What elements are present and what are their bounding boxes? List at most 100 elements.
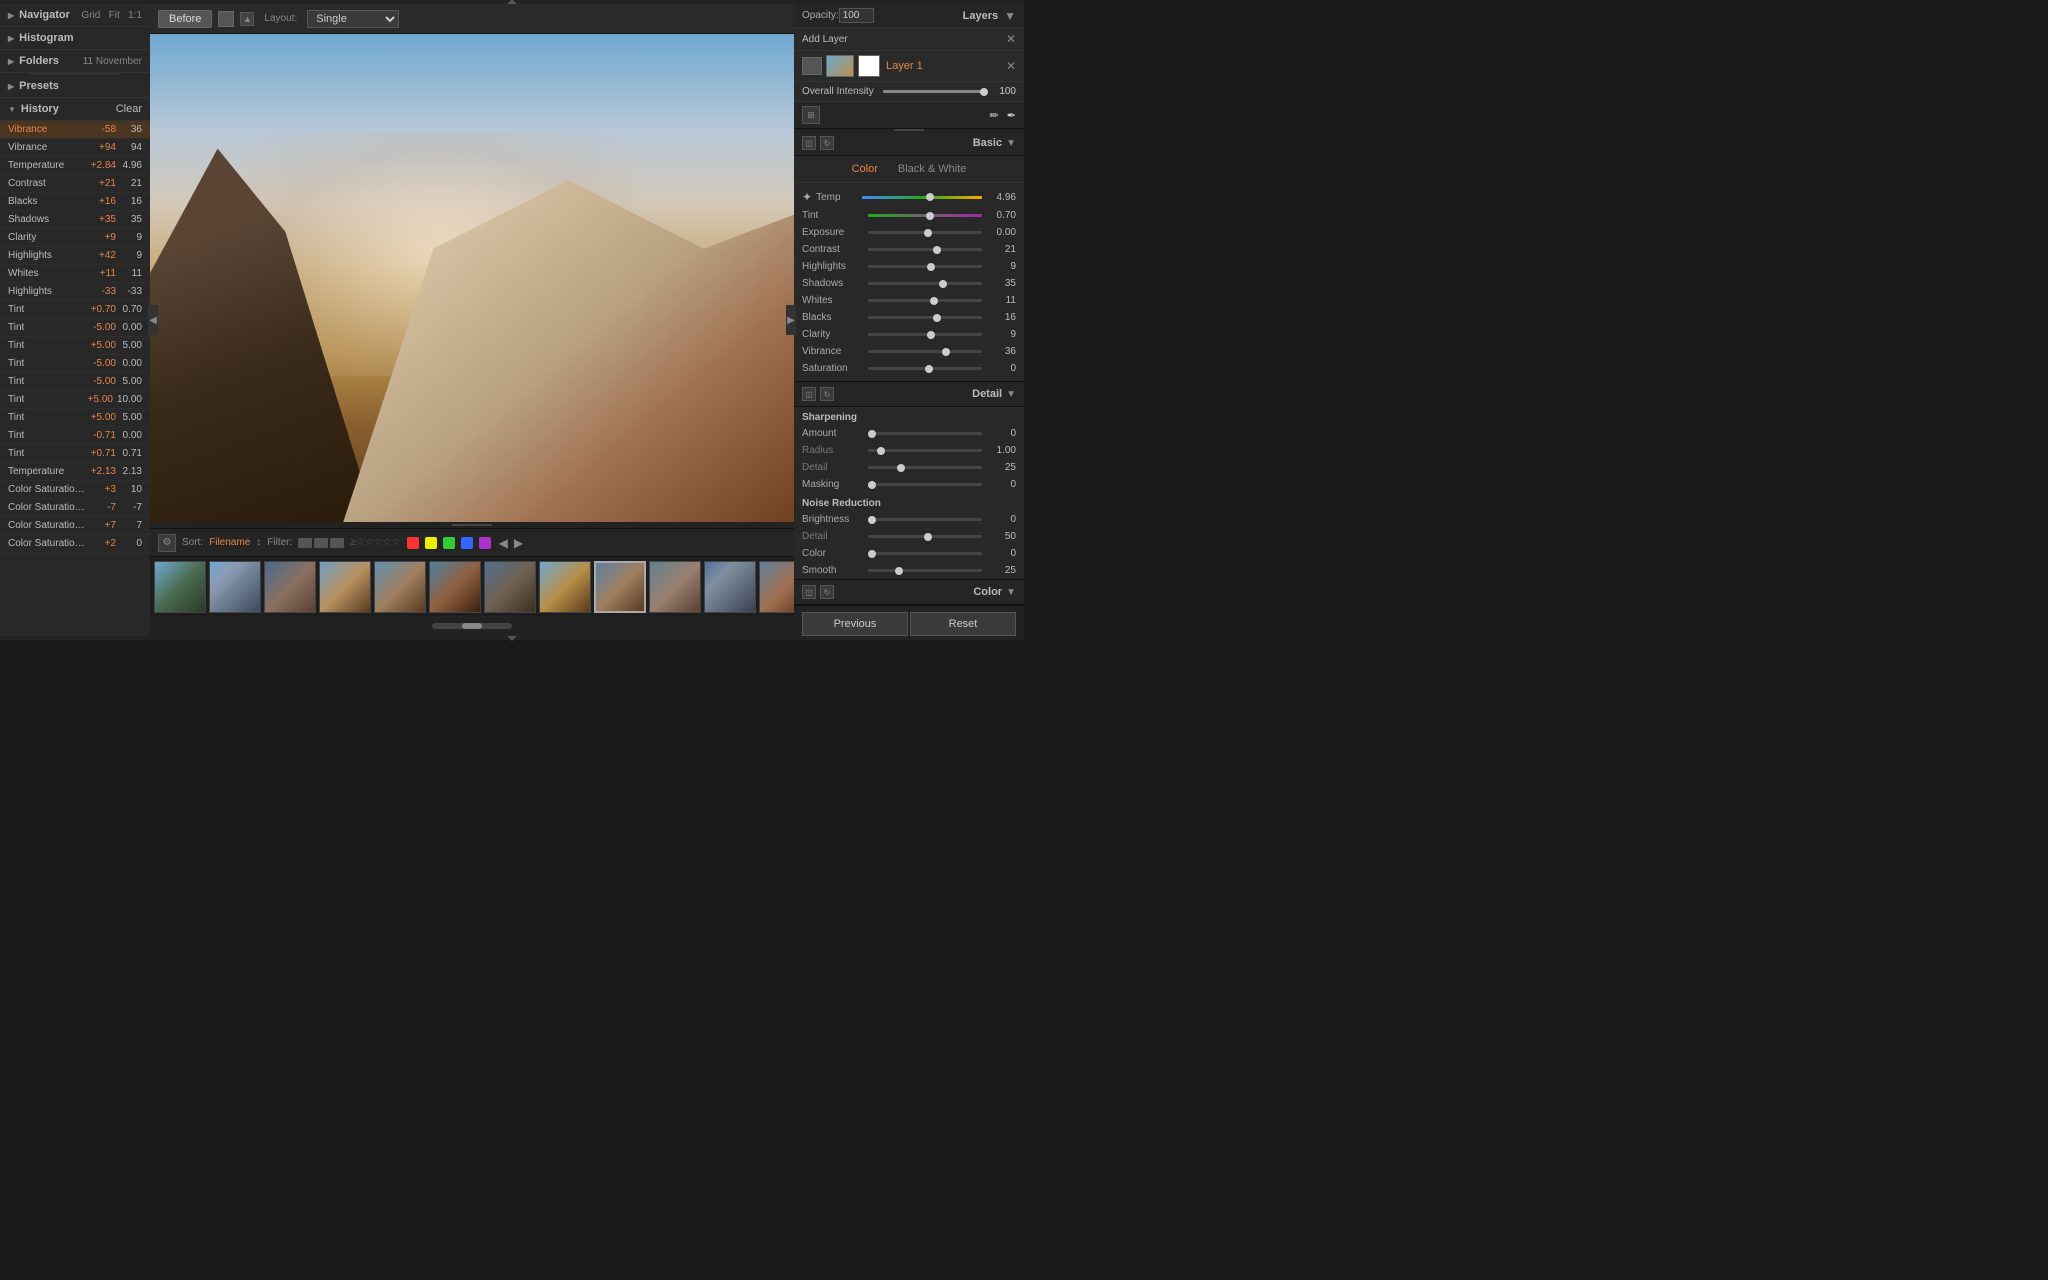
detail-section-header[interactable]: ◫ ↻ Detail ▼ xyxy=(794,381,1024,407)
history-item[interactable]: Vibrance-5836 xyxy=(0,121,150,139)
eyedropper-icon[interactable]: ✦ xyxy=(802,190,812,204)
filmstrip-thumbnail[interactable] xyxy=(704,561,756,613)
blacks-thumb[interactable] xyxy=(933,314,941,322)
saturation-slider[interactable] xyxy=(868,367,982,370)
smooth-slider[interactable] xyxy=(868,569,982,572)
filmstrip-scroll-thumb[interactable] xyxy=(462,623,482,629)
history-item[interactable]: Color Saturation Hig...-7-7 xyxy=(0,499,150,517)
color-slider[interactable] xyxy=(868,552,982,555)
whites-slider[interactable] xyxy=(868,299,982,302)
masking-slider[interactable] xyxy=(868,483,982,486)
radius-thumb[interactable] xyxy=(877,447,885,455)
folders-header[interactable]: ▶ Folders 11 November xyxy=(0,50,150,73)
noise-detail-thumb[interactable] xyxy=(924,533,932,541)
tint-thumb[interactable] xyxy=(926,212,934,220)
detail-icon-2[interactable]: ↻ xyxy=(820,387,834,401)
opacity-input[interactable]: 100 xyxy=(839,8,874,23)
overall-intensity-slider[interactable] xyxy=(883,90,988,93)
left-collapse-tab[interactable]: ◀ xyxy=(148,305,158,335)
layer-visibility-icon[interactable] xyxy=(802,57,822,75)
history-item[interactable]: Whites+1111 xyxy=(0,265,150,283)
basic-icon-1[interactable]: ◫ xyxy=(802,136,816,150)
smooth-thumb[interactable] xyxy=(895,567,903,575)
masking-thumb[interactable] xyxy=(868,481,876,489)
sharpening-detail-thumb[interactable] xyxy=(897,464,905,472)
history-item[interactable]: Tint-0.710.00 xyxy=(0,427,150,445)
brightness-slider[interactable] xyxy=(868,518,982,521)
history-item[interactable]: Temperature+2.844.96 xyxy=(0,157,150,175)
filter-stars[interactable]: ≥☆☆☆☆☆ xyxy=(350,537,400,548)
clarity-slider[interactable] xyxy=(868,333,982,336)
history-item[interactable]: Tint-5.000.00 xyxy=(0,355,150,373)
amount-thumb[interactable] xyxy=(868,430,876,438)
history-item[interactable]: Shadows+3535 xyxy=(0,211,150,229)
highlights-slider[interactable] xyxy=(868,265,982,268)
filmstrip-next-icon[interactable]: ▶ xyxy=(514,536,523,550)
filmstrip-scroll[interactable] xyxy=(432,623,512,629)
saturation-thumb[interactable] xyxy=(925,365,933,373)
history-item[interactable]: Temperature+2.132.13 xyxy=(0,463,150,481)
layer-delete-icon[interactable]: ✕ xyxy=(1006,59,1016,73)
before-button[interactable]: Before xyxy=(158,10,212,28)
sharpening-detail-slider[interactable] xyxy=(868,466,982,469)
history-item[interactable]: Contrast+2121 xyxy=(0,175,150,193)
color-tab[interactable]: Color xyxy=(846,161,884,177)
highlights-thumb[interactable] xyxy=(927,263,935,271)
filter-blue-label[interactable] xyxy=(461,537,473,549)
filmstrip-thumbnail[interactable] xyxy=(759,561,794,613)
filter-flag-icon[interactable] xyxy=(298,538,312,548)
temp-slider[interactable] xyxy=(862,196,982,199)
brightness-thumb[interactable] xyxy=(868,516,876,524)
crop-tool[interactable]: ⊞ xyxy=(802,106,820,124)
filter-purple-label[interactable] xyxy=(479,537,491,549)
amount-slider[interactable] xyxy=(868,432,982,435)
history-item[interactable]: Color Saturation Midt...+20 xyxy=(0,535,150,553)
navigator-header[interactable]: ▶ Navigator Grid Fit 1:1 xyxy=(0,4,150,27)
history-item[interactable]: Highlights-33-33 xyxy=(0,283,150,301)
exposure-thumb[interactable] xyxy=(924,229,932,237)
color-dropdown-icon[interactable]: ▼ xyxy=(1006,587,1016,598)
color-icon-2[interactable]: ↻ xyxy=(820,585,834,599)
previous-button[interactable]: Previous xyxy=(802,612,908,636)
filmstrip-thumbnail[interactable] xyxy=(484,561,536,613)
basic-icon-2[interactable]: ↻ xyxy=(820,136,834,150)
history-item[interactable]: Tint+5.0010.00 xyxy=(0,391,150,409)
history-item[interactable]: Vibrance+9494 xyxy=(0,139,150,157)
filmstrip-thumbnail[interactable] xyxy=(154,561,206,613)
filmstrip-settings-icon[interactable]: ⚙ xyxy=(158,534,176,552)
filter-red-label[interactable] xyxy=(407,537,419,549)
history-item[interactable]: Highlights+429 xyxy=(0,247,150,265)
contrast-slider[interactable] xyxy=(868,248,982,251)
layout-select[interactable]: Single Side by Side xyxy=(307,10,399,28)
histogram-header[interactable]: ▶ Histogram xyxy=(0,27,150,50)
history-item[interactable]: Color Saturation Sha...+310 xyxy=(0,481,150,499)
filmstrip-thumbnail[interactable] xyxy=(429,561,481,613)
vibrance-slider[interactable] xyxy=(868,350,982,353)
radius-slider[interactable] xyxy=(868,449,982,452)
view-mode-icon-1[interactable] xyxy=(218,11,234,27)
history-item[interactable]: Tint-5.005.00 xyxy=(0,373,150,391)
filter-green-label[interactable] xyxy=(443,537,455,549)
color-icon-1[interactable]: ◫ xyxy=(802,585,816,599)
history-item[interactable]: Tint-5.000.00 xyxy=(0,319,150,337)
filter-unflag-icon[interactable] xyxy=(330,538,344,548)
color-thumb[interactable] xyxy=(868,550,876,558)
history-item[interactable]: Tint+0.700.70 xyxy=(0,301,150,319)
add-layer-close[interactable]: ✕ xyxy=(1006,32,1016,46)
filmstrip-thumbnail[interactable] xyxy=(539,561,591,613)
history-item[interactable]: Tint+5.005.00 xyxy=(0,409,150,427)
oi-slider-thumb[interactable] xyxy=(980,88,988,96)
filmstrip-thumbnail[interactable] xyxy=(594,561,646,613)
layer-name[interactable]: Layer 1 xyxy=(886,60,1006,72)
filmstrip-thumbnail[interactable] xyxy=(209,561,261,613)
temp-thumb[interactable] xyxy=(926,193,934,201)
detail-dropdown-icon[interactable]: ▼ xyxy=(1006,389,1016,400)
right-collapse-tab[interactable]: ▶ xyxy=(786,305,796,335)
pen-tool-1[interactable]: ✏ xyxy=(990,109,999,122)
bw-tab[interactable]: Black & White xyxy=(892,161,972,177)
noise-detail-slider[interactable] xyxy=(868,535,982,538)
color-section-header[interactable]: ◫ ↻ Color ▼ xyxy=(794,579,1024,605)
pen-tool-2[interactable]: ✒ xyxy=(1007,109,1016,122)
sort-value[interactable]: Filename xyxy=(209,537,250,548)
reset-button[interactable]: Reset xyxy=(910,612,1016,636)
